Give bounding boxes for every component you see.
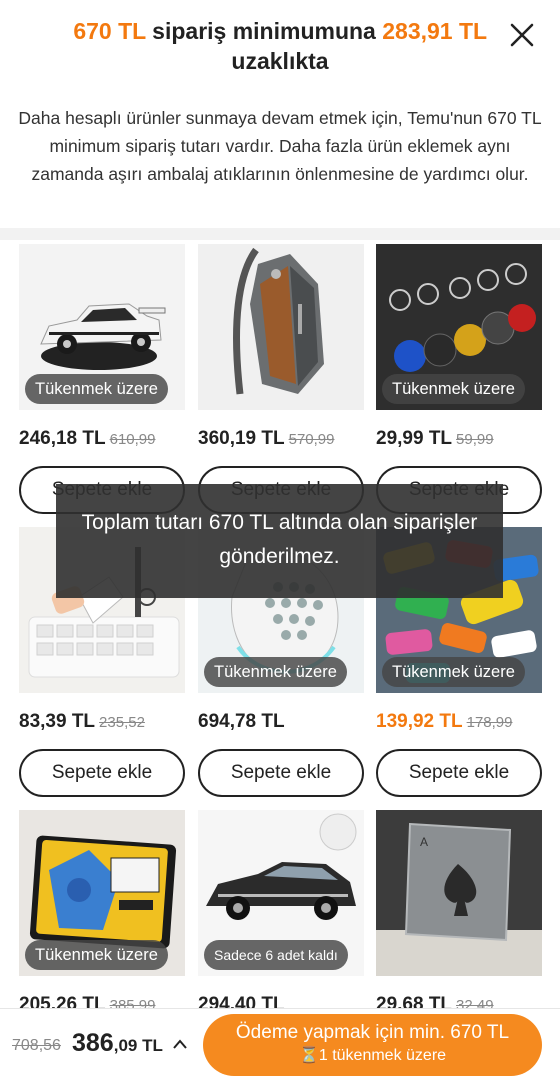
price-row: 294,40 TL [198,994,374,1008]
cart-total-decimal: ,09 TL [113,1036,163,1055]
page-title: 670 TL sipariş minimumuna 283,91 TL uzak… [60,16,500,76]
product-price: 360,19 TL [198,428,285,449]
bottle-opener-image: A [376,822,542,976]
product-price: 205,26 TL [19,994,106,1008]
product-price: 139,92 TL [376,711,463,732]
product-image[interactable]: Tükenmek üzere [19,810,185,976]
title-end: uzaklıkta [231,48,329,74]
original-price: 59,99 [456,431,494,448]
svg-text:A: A [420,835,428,849]
chevron-up-icon[interactable] [172,1037,188,1049]
add-to-cart-button[interactable]: Sepete ekle [376,749,542,797]
checkout-button-label: Ödeme yapmak için min. 670 TL [235,1022,510,1043]
add-to-cart-button[interactable]: Sepete ekle [198,749,364,797]
minimum-order-description: Daha hesaplı ürünler sunmaya devam etmek… [18,108,542,184]
product-image[interactable]: Tükenmek üzere [19,244,185,410]
price-row: 205,26 TL 385,99 [19,994,195,1008]
stock-badge: Tükenmek üzere [382,657,525,687]
product-image[interactable]: Tükenmek üzere [376,244,542,410]
close-button[interactable] [505,18,539,52]
product-price: 29,68 TL [376,994,453,1008]
product-price: 29,99 TL [376,428,453,449]
minimum-order-toast: Toplam tutarı 670 TL altında olan sipari… [56,484,503,598]
checkout-button[interactable]: Ödeme yapmak için min. 670 TL ⏳1 tükenme… [203,1014,542,1076]
cart-total[interactable]: 386,09 TL [72,1029,163,1058]
product-image[interactable]: A [376,810,542,976]
title-amount: 670 TL [73,18,146,44]
sling-bag-image [233,247,324,395]
price-row: 694,78 TL [198,711,374,733]
price-row: 83,39 TL 235,52 [19,711,195,733]
product-price: 246,18 TL [19,428,106,449]
stock-badge: Tükenmek üzere [204,657,347,687]
title-middle: sipariş minimumuna [145,18,383,44]
original-price: 32,49 [456,997,494,1008]
minimum-order-sheet-header: 670 TL sipariş minimumuna 283,91 TL uzak… [0,0,560,228]
checkout-footer: 708,56 386,09 TL Ödeme yapmak için min. … [0,1008,560,1080]
stock-badge: Tükenmek üzere [382,374,525,404]
cart-total-integer: 386 [72,1029,114,1057]
price-row: 29,68 TL 32,49 [376,994,552,1008]
original-price: 235,52 [99,714,145,731]
product-price: 294,40 TL [198,994,285,1008]
product-price: 694,78 TL [198,711,285,732]
price-row: 360,19 TL 570,99 [198,428,374,450]
add-to-cart-button[interactable]: Sepete ekle [19,749,185,797]
original-price: 178,99 [466,714,513,731]
original-price: 570,99 [288,431,335,448]
original-price: 385,99 [109,997,156,1008]
original-total: 708,56 [12,1037,61,1054]
section-divider [0,228,560,240]
price-row: 246,18 TL 610,99 [19,428,195,450]
price-row: 29,99 TL 59,99 [376,428,552,450]
product-price: 83,39 TL [19,711,96,732]
stock-badge: Tükenmek üzere [25,374,168,404]
product-image[interactable] [198,244,364,410]
checkout-button-sublabel: ⏳1 tükenmek üzere [298,1047,447,1064]
original-price: 610,99 [109,431,156,448]
product-grid: Tükenmek üzere 246,18 TL610,99 Sepete ek… [0,240,560,1008]
stock-badge: Sadece 6 adet kaldı [204,940,348,970]
title-remaining-amount: 283,91 TL [382,18,487,44]
product-image[interactable]: Sadece 6 adet kaldı [198,810,364,976]
stock-badge: Tükenmek üzere [25,940,168,970]
close-icon [510,23,534,47]
price-row: 139,92 TL 178,99 [376,711,552,733]
